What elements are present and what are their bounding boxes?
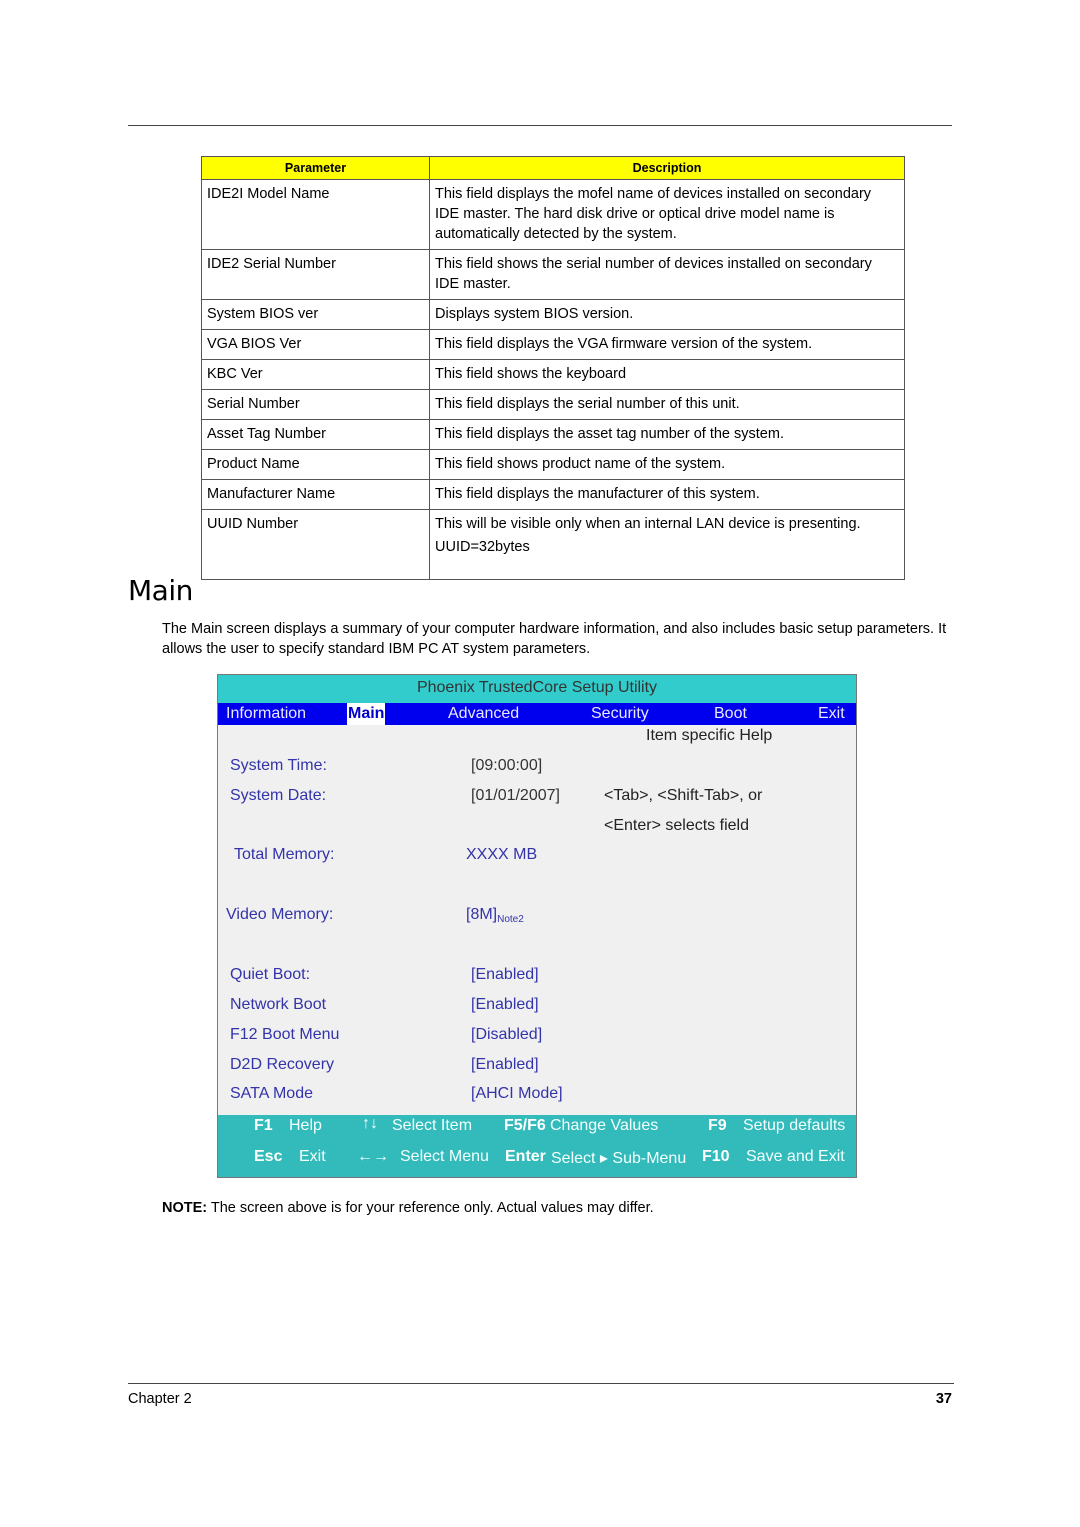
- d2d-recovery-label: D2D Recovery: [230, 1056, 335, 1073]
- quiet-boot-value[interactable]: [Enabled]: [471, 966, 539, 984]
- up-down-arrows-icon: ↑↓: [362, 1115, 378, 1132]
- note: NOTE: The screen above is for your refer…: [162, 1200, 654, 1216]
- note-text: The screen above is for your reference o…: [207, 1200, 654, 1216]
- parameter-cell: Serial Number: [201, 389, 430, 420]
- f12-boot-menu-label: F12 Boot Menu: [230, 1026, 340, 1043]
- description-cell: This will be visible only when an intern…: [429, 509, 905, 580]
- description-line: This will be visible only when an intern…: [435, 516, 861, 532]
- select-submenu-action: Select ▸ Sub-Menu: [551, 1150, 687, 1167]
- bios-tab-security[interactable]: Security: [591, 703, 649, 725]
- video-memory-amount: [8M]: [466, 906, 498, 923]
- total-memory-value: XXXX MB: [466, 846, 538, 863]
- select-menu-action: Select Menu: [400, 1148, 489, 1165]
- setup-defaults-action: Setup defaults: [743, 1117, 846, 1134]
- header-rule: [128, 125, 952, 126]
- video-memory-value[interactable]: [8M]Note2: [466, 906, 524, 925]
- table-row: IDE2 Serial Number This field shows the s…: [201, 249, 905, 300]
- description-cell: This field displays the mofel name of de…: [429, 179, 905, 250]
- table-row: KBC Ver This field shows the keyboard: [201, 359, 905, 390]
- section-title: Main: [128, 574, 193, 607]
- sata-mode-value[interactable]: [AHCI Mode]: [471, 1085, 563, 1103]
- description-cell: This field shows product name of the sys…: [429, 449, 905, 480]
- parameter-cell: System BIOS ver: [201, 299, 430, 330]
- parameter-cell: IDE2I Model Name: [201, 179, 430, 250]
- chapter-label: Chapter 2: [128, 1391, 192, 1407]
- total-memory-label: Total Memory:: [234, 846, 335, 863]
- system-date-label: System Date:: [230, 787, 327, 804]
- exit-action: Exit: [299, 1148, 326, 1165]
- table-row: System BIOS ver Displays system BIOS vers…: [201, 299, 905, 330]
- save-and-exit-action: Save and Exit: [746, 1148, 845, 1165]
- table-row: IDE2I Model Name This field displays the …: [201, 179, 905, 250]
- key-f10: F10: [702, 1148, 730, 1165]
- table-row: Asset Tag Number This field displays the …: [201, 419, 905, 450]
- table-row: UUID Number This will be visible only wh…: [201, 509, 905, 580]
- bios-main-panel: Item specific Help System Time: [09:00:0…: [218, 725, 856, 1113]
- change-values-action: Change Values: [550, 1117, 659, 1134]
- description-cell: This field displays the manufacturer of …: [429, 479, 905, 510]
- d2d-recovery-value[interactable]: [Enabled]: [471, 1056, 539, 1074]
- bios-tab-main[interactable]: Main: [347, 703, 386, 725]
- note-label: NOTE:: [162, 1200, 208, 1216]
- video-memory-label: Video Memory:: [226, 906, 334, 923]
- system-time-label: System Time:: [230, 757, 327, 774]
- description-line: UUID=32bytes: [435, 539, 530, 555]
- description-cell: This field displays the VGA firmware ver…: [429, 329, 905, 360]
- system-time-value[interactable]: [09:00:00]: [471, 757, 542, 775]
- key-f5-f6: F5/F6: [504, 1117, 546, 1134]
- description-cell: This field shows the serial number of de…: [429, 249, 905, 300]
- parameter-cell: Asset Tag Number: [201, 419, 430, 450]
- column-header-parameter: Parameter: [201, 156, 430, 180]
- bios-title: Phoenix TrustedCore Setup Utility: [218, 675, 856, 703]
- video-memory-note: Note2: [497, 914, 524, 925]
- parameter-cell: KBC Ver: [201, 359, 430, 390]
- network-boot-label: Network Boot: [230, 996, 327, 1013]
- key-esc: Esc: [254, 1148, 283, 1165]
- footer-rule: [128, 1383, 954, 1384]
- page-number: 37: [935, 1391, 952, 1407]
- f12-boot-menu-value[interactable]: [Disabled]: [471, 1026, 542, 1044]
- left-right-arrows-icon: ←→: [357, 1148, 389, 1165]
- table-header-row: Parameter Description: [201, 156, 905, 180]
- key-f1: F1: [254, 1117, 273, 1134]
- parameter-table: Parameter Description IDE2I Model Name Th…: [201, 156, 905, 580]
- description-cell: This field displays the serial number of…: [429, 389, 905, 420]
- select-item-action: Select Item: [392, 1117, 473, 1134]
- help-line: <Enter> selects field: [604, 817, 749, 834]
- system-date-value[interactable]: [01/01/2007]: [471, 787, 560, 805]
- bios-tab-boot[interactable]: Boot: [714, 703, 747, 725]
- bios-menu-bar: Information Main Advanced Security Boot …: [218, 703, 856, 725]
- section-intro: The Main screen displays a summary of yo…: [162, 621, 947, 657]
- bios-screenshot: Phoenix TrustedCore Setup Utility Inform…: [217, 674, 857, 1178]
- bios-tab-exit[interactable]: Exit: [818, 703, 845, 725]
- bios-key-legend: F1 Help ↑↓ Select Item F5/F6 Change Valu…: [218, 1115, 856, 1177]
- key-f1-action: Help: [289, 1117, 322, 1134]
- description-cell: This field shows the keyboard: [429, 359, 905, 390]
- quiet-boot-label: Quiet Boot:: [230, 966, 311, 983]
- table-row: VGA BIOS Ver This field displays the VGA …: [201, 329, 905, 360]
- description-cell: Displays system BIOS version.: [429, 299, 905, 330]
- item-help-title: Item specific Help: [646, 727, 773, 744]
- table-row: Serial Number This field displays the ser…: [201, 389, 905, 420]
- help-line: <Tab>, <Shift-Tab>, or: [604, 787, 763, 804]
- parameter-cell: Product Name: [201, 449, 430, 480]
- bios-tab-advanced[interactable]: Advanced: [448, 703, 519, 725]
- bios-tab-information[interactable]: Information: [226, 703, 306, 725]
- sata-mode-label: SATA Mode: [230, 1085, 313, 1102]
- table-row: Manufacturer Name This field displays the…: [201, 479, 905, 510]
- parameter-cell: VGA BIOS Ver: [201, 329, 430, 360]
- network-boot-value[interactable]: [Enabled]: [471, 996, 539, 1014]
- table-row: Product Name This field shows product nam…: [201, 449, 905, 480]
- column-header-description: Description: [429, 156, 905, 180]
- parameter-cell: Manufacturer Name: [201, 479, 430, 510]
- parameter-cell: IDE2 Serial Number: [201, 249, 430, 300]
- key-f9: F9: [708, 1117, 727, 1134]
- parameter-cell: UUID Number: [201, 509, 430, 580]
- description-cell: This field displays the asset tag number…: [429, 419, 905, 450]
- key-enter: Enter: [505, 1148, 546, 1165]
